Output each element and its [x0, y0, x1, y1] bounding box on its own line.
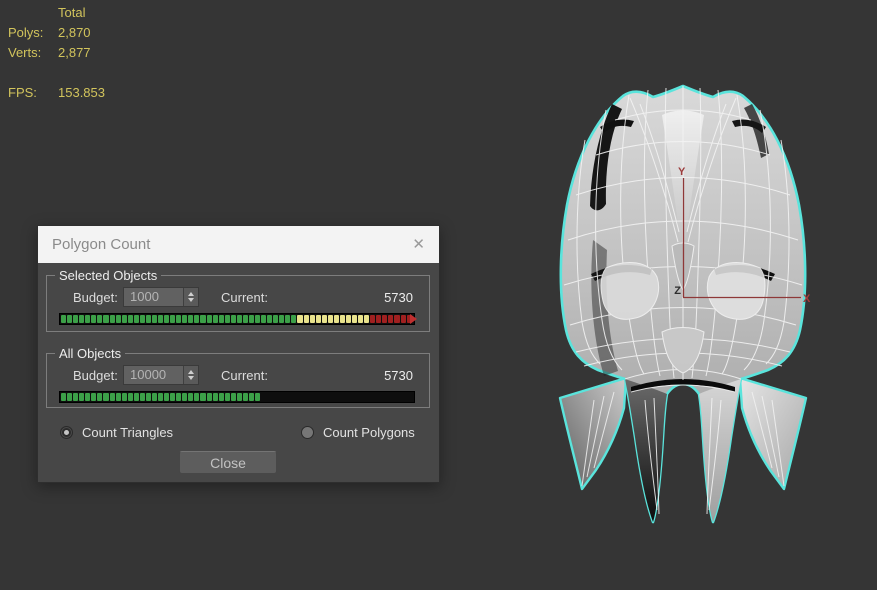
radio-count-polygons[interactable]: Count Polygons: [301, 425, 415, 440]
overflow-arrow-icon: [410, 314, 417, 324]
stats-polys-label: Polys:: [8, 25, 44, 40]
radio-label: Count Polygons: [323, 425, 415, 440]
spinner-arrows-icon[interactable]: [183, 288, 198, 306]
budget-label: Budget:: [73, 290, 118, 305]
axis-z-label: Z: [674, 285, 681, 297]
helmet-wings: [558, 376, 808, 491]
dialog-body: Selected Objects Budget: 1000 Current: 5…: [38, 263, 439, 482]
close-button[interactable]: Close: [179, 451, 277, 474]
count-mode-radios: Count Triangles Count Polygons: [38, 425, 439, 443]
radio-count-triangles[interactable]: Count Triangles: [60, 425, 173, 440]
all-budget-bar: [59, 391, 415, 403]
all-budget-spinner[interactable]: 10000: [123, 365, 199, 385]
radio-dot-icon: [60, 426, 73, 439]
current-value: 5730: [384, 290, 413, 305]
stats-polys-value: 2,870: [58, 25, 91, 40]
group-label: Selected Objects: [55, 268, 162, 283]
stats-verts-value: 2,877: [58, 45, 91, 60]
budget-label: Budget:: [73, 368, 118, 383]
stats-fps-label: FPS:: [8, 85, 37, 100]
spinner-arrows-icon[interactable]: [183, 366, 198, 384]
current-value: 5730: [384, 368, 413, 383]
selected-objects-group: Selected Objects Budget: 1000 Current: 5…: [46, 268, 430, 332]
all-objects-group: All Objects Budget: 10000 Current: 5730: [46, 346, 430, 408]
group-label: All Objects: [55, 346, 126, 361]
dialog-titlebar[interactable]: Polygon Count ✕: [38, 226, 439, 263]
radio-label: Count Triangles: [82, 425, 174, 440]
dialog-title: Polygon Count: [52, 236, 151, 253]
viewport-3d[interactable]: Y Z X Total Polys: 2,870 Verts: 2,877 FP…: [0, 0, 877, 590]
radio-dot-icon: [301, 426, 314, 439]
axis-x-label: X: [803, 293, 811, 305]
polygon-count-dialog: Polygon Count ✕ Selected Objects Budget:…: [37, 225, 440, 483]
stats-total-header: Total: [58, 5, 86, 20]
current-label: Current:: [221, 368, 268, 383]
budget-value[interactable]: 10000: [124, 366, 183, 384]
current-label: Current:: [221, 290, 268, 305]
stats-fps-value: 153.853: [58, 85, 105, 100]
selected-budget-spinner[interactable]: 1000: [123, 287, 199, 307]
axis-y-label: Y: [678, 166, 686, 178]
stats-verts-label: Verts:: [8, 45, 42, 60]
budget-value[interactable]: 1000: [124, 288, 183, 306]
selected-budget-bar: [59, 313, 417, 325]
viewport-statistics: Total Polys: 2,870 Verts: 2,877 FPS: 153…: [0, 0, 220, 110]
close-icon[interactable]: ✕: [412, 237, 425, 252]
